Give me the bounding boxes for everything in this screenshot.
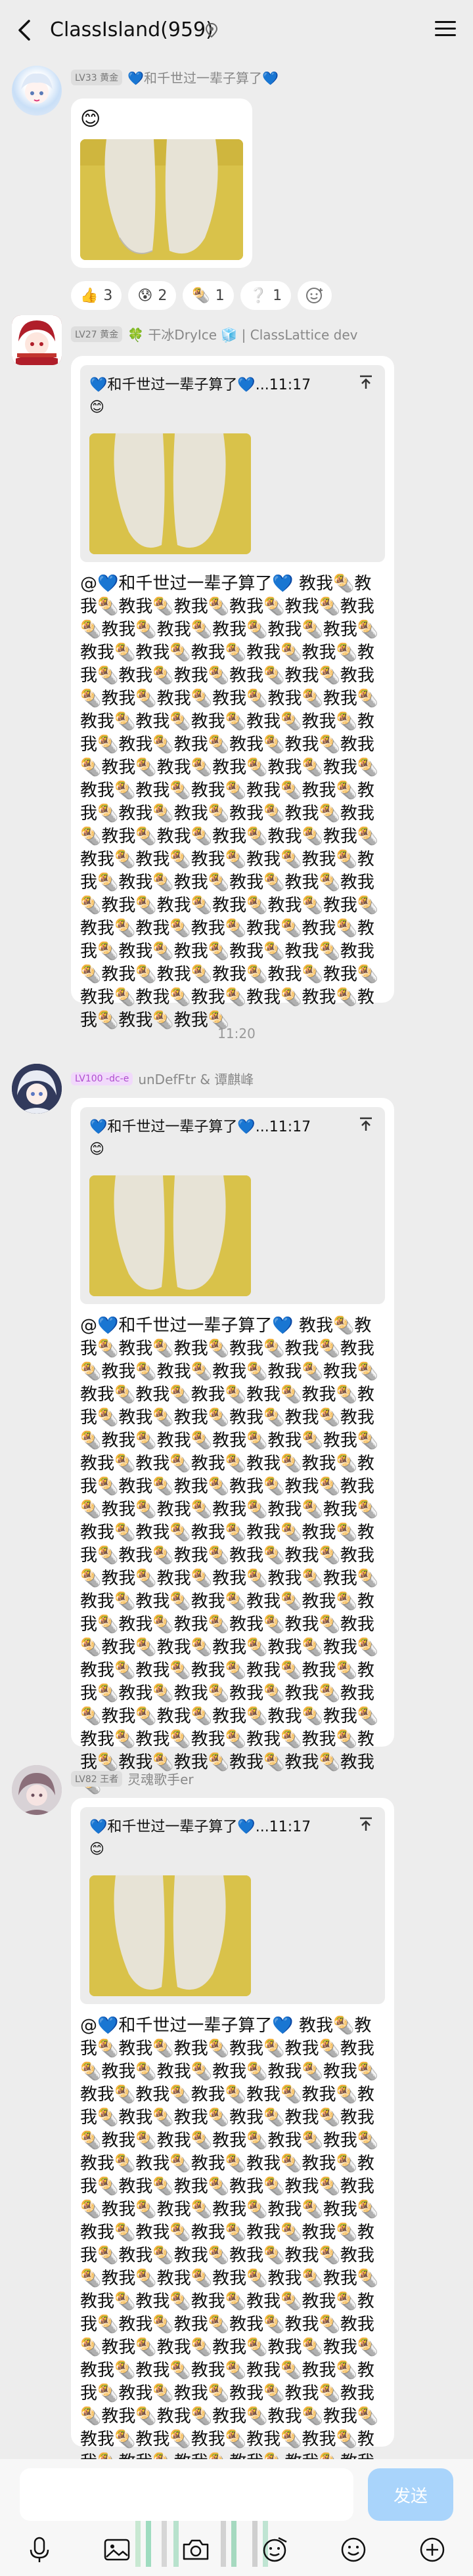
decorative-stripe xyxy=(146,2521,151,2567)
jump-to-message-icon[interactable] xyxy=(359,374,373,390)
message-bubble[interactable]: 💙和千世过一辈子算了💙...11:17 😊 @💙和千世过一辈子算了💙 教我🌯教我… xyxy=(71,356,394,1030)
time-separator: 11:20 xyxy=(217,1026,256,1041)
reaction-chip[interactable]: 👍 3 xyxy=(71,281,122,310)
reaction-emoji: 🌯 xyxy=(192,287,210,304)
quoted-message[interactable]: 💙和千世过一辈子算了💙...11:17 😊 xyxy=(80,1107,385,1304)
reaction-count: 3 xyxy=(103,287,113,304)
message-text: @💙和千世过一辈子算了💙 教我🌯教我🌯教我🌯教我🌯教我🌯教我🌯教我🌯教我🌯教我🌯… xyxy=(80,1316,379,1795)
sender-name[interactable]: unDefFtr & 谭麒峰 xyxy=(138,1069,254,1088)
sender-line: LV82 王者 灵魂歌手er xyxy=(71,1769,194,1788)
sender-name[interactable]: 灵魂歌手er xyxy=(127,1769,194,1788)
decorative-stripe xyxy=(221,2521,226,2567)
chat-title: ClassIsland(959) xyxy=(50,18,214,41)
message-bubble[interactable]: 💙和千世过一辈子算了💙...11:17 😊 @💙和千世过一辈子算了💙 教我🌯教我… xyxy=(71,1098,394,1795)
decorative-stripe xyxy=(252,2521,258,2567)
quote-header: 💙和千世过一辈子算了💙...11:17 xyxy=(89,1819,311,1835)
reaction-count: 1 xyxy=(273,287,282,304)
reaction-count: 1 xyxy=(215,287,225,304)
avatar-image xyxy=(12,1765,62,1815)
message-text: @💙和千世过一辈子算了💙 教我🌯教我🌯教我🌯教我🌯教我🌯教我🌯教我🌯教我🌯教我🌯… xyxy=(80,574,379,1030)
jump-to-message-icon[interactable] xyxy=(359,1116,373,1132)
avatar-image xyxy=(21,73,53,104)
quote-emoji: 😊 xyxy=(89,1841,104,1858)
reaction-count: 2 xyxy=(158,287,168,304)
input-toolbar xyxy=(0,2521,473,2569)
location-pin-icon xyxy=(205,22,218,38)
level-badge: LV82 王者 xyxy=(71,1770,123,1787)
quote-photo[interactable] xyxy=(89,433,251,554)
plus-icon[interactable] xyxy=(417,2534,448,2565)
level-badge: LV27 黄金 xyxy=(71,326,123,342)
avatar-image xyxy=(12,1064,62,1114)
input-bar: 发送 xyxy=(0,2459,473,2576)
reaction-chip[interactable]: 😰 2 xyxy=(128,281,177,310)
gallery-icon[interactable] xyxy=(101,2534,133,2565)
sender-name[interactable]: 💙和千世过一辈子算了💙 xyxy=(127,68,279,87)
reaction-chip[interactable]: ❔ 1 xyxy=(240,281,292,310)
message-bubble[interactable]: 😊 xyxy=(71,98,252,268)
sender-line: LV33 黄金 💙和千世过一辈子算了💙 xyxy=(71,68,279,87)
chat-header: ClassIsland(959) xyxy=(0,0,473,60)
level-badge: LV100 -dc-e xyxy=(71,1072,133,1085)
decorative-stripe xyxy=(231,2521,236,2567)
quote-header: 💙和千世过一辈子算了💙...11:17 xyxy=(89,377,311,393)
reaction-emoji: ❔ xyxy=(249,287,268,304)
avatar-image xyxy=(12,315,62,365)
add-reaction-icon xyxy=(306,288,323,303)
reaction-row: 👍 3 😰 2 🌯 1 ❔ 1 xyxy=(71,281,332,310)
reaction-emoji: 👍 xyxy=(80,287,99,304)
reaction-chip[interactable]: 🌯 1 xyxy=(183,281,234,310)
quote-header: 💙和千世过一辈子算了💙...11:17 xyxy=(89,1119,311,1135)
microphone-icon[interactable] xyxy=(24,2534,55,2565)
back-arrow-icon[interactable] xyxy=(16,18,35,42)
sticker-icon[interactable] xyxy=(259,2534,290,2565)
quoted-message[interactable]: 💙和千世过一辈子算了💙...11:17 😊 xyxy=(80,365,385,562)
decorative-stripe xyxy=(162,2521,167,2567)
add-reaction-button[interactable] xyxy=(298,281,332,310)
decorative-stripe xyxy=(135,2521,141,2567)
reaction-emoji: 😰 xyxy=(137,287,153,304)
sender-line: LV100 -dc-e unDefFtr & 谭麒峰 xyxy=(71,1069,254,1088)
send-button[interactable]: 发送 xyxy=(368,2468,453,2521)
quote-photo[interactable] xyxy=(89,1875,251,1996)
quote-emoji: 😊 xyxy=(89,1141,104,1158)
message-input[interactable] xyxy=(20,2468,353,2521)
decorative-stripe xyxy=(173,2521,179,2567)
photo-image xyxy=(89,1875,251,1996)
photo-image xyxy=(80,139,243,260)
sender-name[interactable]: 🍀 干冰DryIce 🧊 | ClassLattice dev xyxy=(127,324,357,343)
message-text: @💙和千世过一辈子算了💙 教我🌯教我🌯教我🌯教我🌯教我🌯教我🌯教我🌯教我🌯教我🌯… xyxy=(80,2016,379,2495)
emoji-icon[interactable] xyxy=(338,2534,369,2565)
camera-icon[interactable] xyxy=(180,2534,212,2565)
quote-photo[interactable] xyxy=(89,1175,251,1296)
message-emoji: 😊 xyxy=(80,108,101,131)
photo-image xyxy=(89,433,251,554)
message-photo[interactable] xyxy=(80,139,243,260)
jump-to-message-icon[interactable] xyxy=(359,1816,373,1832)
photo-image xyxy=(89,1175,251,1296)
avatar[interactable] xyxy=(12,66,62,116)
quoted-message[interactable]: 💙和千世过一辈子算了💙...11:17 😊 xyxy=(80,1807,385,2004)
menu-icon[interactable] xyxy=(435,20,456,38)
avatar[interactable] xyxy=(12,1765,62,1815)
level-badge: LV33 黄金 xyxy=(71,69,123,85)
avatar[interactable] xyxy=(12,1064,62,1114)
avatar[interactable] xyxy=(12,315,62,365)
sender-line: LV27 黄金 🍀 干冰DryIce 🧊 | ClassLattice dev xyxy=(71,324,358,343)
message-bubble[interactable]: 💙和千世过一辈子算了💙...11:17 😊 @💙和千世过一辈子算了💙 教我🌯教我… xyxy=(71,1798,394,2495)
quote-emoji: 😊 xyxy=(89,399,104,416)
